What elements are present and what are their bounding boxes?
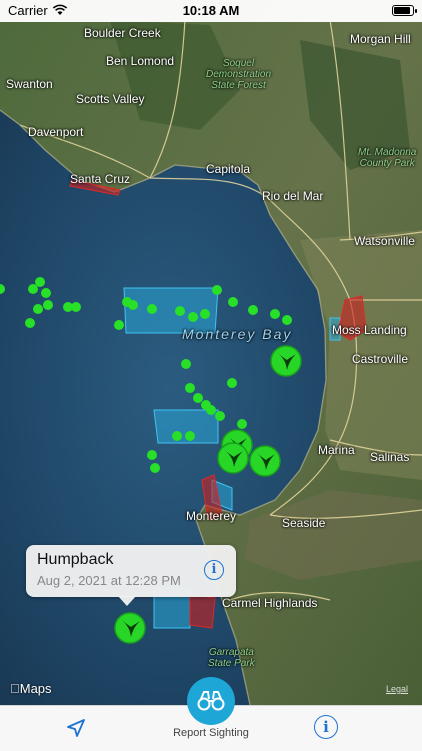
callout-subtitle: Aug 2, 2021 at 12:28 PM [37,573,181,588]
clock: 10:18 AM [182,3,240,18]
callout-title: Humpback [37,551,114,568]
park-label: Garrapata State Park [208,647,255,669]
place-label: Boulder Creek [84,26,161,40]
maps-attribution: Maps [10,681,52,696]
place-label: Morgan Hill [350,32,411,46]
battery-icon [392,5,417,16]
place-label: Scotts Valley [76,92,145,106]
place-label: Salinas [370,450,410,464]
report-sighting-label: Report Sighting [173,727,249,739]
binoculars-icon [197,691,225,711]
park-label: Soquel Demonstration State Forest [206,58,272,91]
place-label: Marina [318,443,355,457]
park-label: Mt. Madonna County Park [358,147,417,169]
place-label: Capitola [206,162,251,176]
place-label: Swanton [6,77,53,91]
place-label: Ben Lomond [106,54,175,68]
battery-level [394,7,410,14]
info-icon[interactable]: i [204,560,224,580]
map-view[interactable]: Boulder Creek Ben Lomond Swanton Scotts … [0,0,422,705]
status-bar: Carrier 10:18 AM [0,0,422,22]
place-label: Rio del Mar [262,189,324,203]
place-label: Santa Cruz [70,172,131,186]
place-label: Moss Landing [332,323,407,337]
water-label: Monterey Bay [182,326,293,342]
place-label: Castroville [352,352,409,366]
place-label: Seaside [282,516,326,530]
sighting-callout[interactable]: Humpback Aug 2, 2021 at 12:28 PM i [26,545,236,606]
place-label: Monterey [186,509,237,523]
legal-link[interactable]: Legal [386,684,408,694]
apple-logo-icon:  [10,681,20,696]
place-label: Watsonville [354,234,415,248]
place-label: Carmel Highlands [222,596,318,610]
report-sighting-button[interactable] [187,677,235,725]
place-label: Davenport [28,125,84,139]
